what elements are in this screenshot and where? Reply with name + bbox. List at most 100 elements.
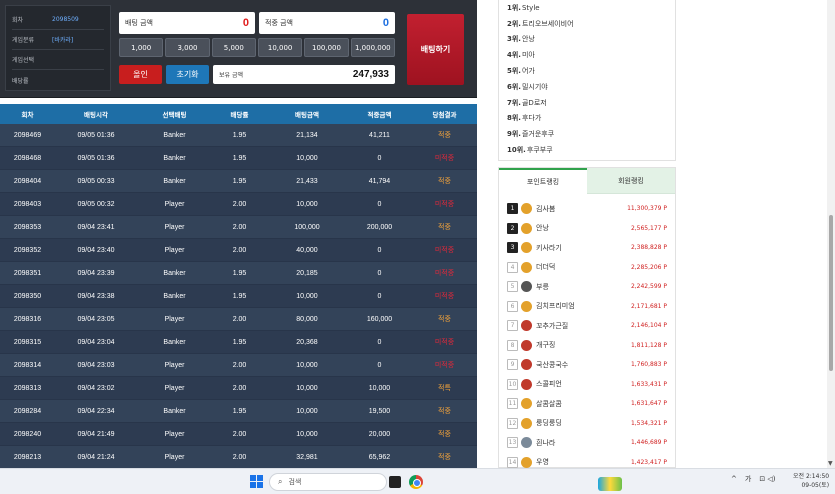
taskbar-search-placeholder: 검색 bbox=[288, 478, 302, 486]
table-cell: 0 bbox=[377, 246, 382, 254]
table-cell: 2.00 bbox=[232, 200, 247, 208]
ime-indicator[interactable]: 가 bbox=[745, 474, 751, 484]
ranking-list-item[interactable]: 9위. 즐거운후쿠 bbox=[507, 126, 667, 142]
windows-start-icon[interactable] bbox=[250, 475, 263, 488]
point-ranking-row[interactable]: 3 키사라기 2,388,828 P bbox=[507, 238, 667, 258]
avatar-icon bbox=[521, 203, 532, 215]
taskbar-clock[interactable]: 오전 2:14:50 09-05(토) bbox=[793, 472, 829, 490]
ranking-list-item[interactable]: 7위. 골D로저 bbox=[507, 95, 667, 111]
info-label: 게임선택 bbox=[12, 57, 35, 64]
chip-button[interactable]: 1,000,000 bbox=[350, 38, 395, 57]
page-scrollbar[interactable]: ▼ bbox=[827, 0, 835, 468]
point-ranking-row[interactable]: 4 더더덕 2,285,206 P bbox=[507, 258, 667, 278]
ranking-list-item[interactable]: 5위. 어가 bbox=[507, 63, 667, 79]
tab-point-ranking[interactable]: 포인트랭킹 bbox=[499, 168, 587, 194]
all-in-button[interactable]: 올인 bbox=[119, 65, 162, 84]
chrome-browser-icon[interactable] bbox=[409, 475, 423, 489]
history-header-row: 회차 배팅시각 선택배팅 배당률 배팅금액 적중금액 당첨결과 bbox=[0, 104, 477, 124]
network-volume-icon[interactable]: ⊡ ◁) bbox=[759, 475, 775, 483]
tray-chevron-icon[interactable]: ^ bbox=[731, 475, 737, 483]
point-ranking-row[interactable]: 10 스콜피언 1,633,431 P bbox=[507, 375, 667, 395]
avatar-icon bbox=[521, 261, 532, 273]
ranking-list-item[interactable]: 2위. 트리오브세이비어 bbox=[507, 16, 667, 32]
ranking-list-item[interactable]: 8위. 후다가 bbox=[507, 111, 667, 127]
table-cell: 1.95 bbox=[232, 338, 247, 346]
table-row[interactable]: 2098350 09/04 23:38 Banker 1.95 10,000 0 미적중 bbox=[0, 285, 477, 308]
ranking-list-item[interactable]: 6위. 밀시기야 bbox=[507, 79, 667, 95]
table-cell: 2098315 bbox=[13, 338, 42, 346]
rank-name: 안낭 bbox=[521, 35, 535, 44]
point-ranking-row[interactable]: 12 룽딩룽딩 1,534,321 P bbox=[507, 414, 667, 434]
point-ranking-row[interactable]: 9 국산콩국수 1,760,883 P bbox=[507, 355, 667, 375]
table-cell: 20,000 bbox=[368, 430, 391, 438]
point-ranking-row[interactable]: 1 김사봄 11,300,379 P bbox=[507, 199, 667, 219]
table-row[interactable]: 2098351 09/04 23:39 Banker 1.95 20,185 0 미적중 bbox=[0, 262, 477, 285]
taskbar-search-box[interactable]: ⌕ 검색 bbox=[269, 473, 622, 491]
place-bet-button[interactable]: 배팅하기 bbox=[407, 14, 464, 85]
info-label: 배당률 bbox=[12, 77, 29, 85]
table-cell: 적중 bbox=[438, 132, 451, 139]
table-row[interactable]: 2098352 09/04 23:40 Player 2.00 40,000 0 미적중 bbox=[0, 239, 477, 262]
point-ranking-row[interactable]: 11 살콤살콤 1,631,647 P bbox=[507, 394, 667, 414]
table-row[interactable]: 2098213 09/04 21:24 Player 2.00 32,981 65,962… bbox=[0, 446, 477, 468]
chip-button[interactable]: 100,000 bbox=[304, 38, 349, 57]
member-points: 2,388,828 P bbox=[630, 244, 667, 252]
ranking-list-item[interactable]: 10위. 후쿠부쿠 bbox=[507, 142, 667, 158]
table-row[interactable]: 2098404 09/05 00:33 Banker 1.95 21,433 41,794… bbox=[0, 170, 477, 193]
scroll-down-arrow-icon[interactable]: ▼ bbox=[828, 460, 833, 467]
round-info-box: 회차 2098509 게임분류 [바카라] 게임선택 배당률 bbox=[5, 5, 111, 91]
table-cell: 2098240 bbox=[13, 430, 42, 438]
member-points: 1,811,128 P bbox=[630, 341, 667, 349]
table-cell: 2098314 bbox=[13, 361, 42, 369]
table-cell: 2098213 bbox=[13, 453, 42, 461]
table-row[interactable]: 2098353 09/04 23:41 Player 2.00 100,000 200,0… bbox=[0, 216, 477, 239]
taskbar-app-icon[interactable] bbox=[389, 476, 401, 488]
avatar-icon bbox=[521, 359, 532, 371]
bet-history-table: 회차 배팅시각 선택배팅 배당률 배팅금액 적중금액 당첨결과 2098469 09/05 0… bbox=[0, 104, 477, 468]
table-cell: 2098351 bbox=[13, 269, 42, 277]
avatar-icon bbox=[521, 300, 532, 312]
column-header: 배팅금액 bbox=[295, 112, 319, 119]
point-ranking-row[interactable]: 2 안낭 2,565,177 P bbox=[507, 219, 667, 239]
chip-button[interactable]: 5,000 bbox=[211, 38, 256, 57]
member-points: 1,446,689 P bbox=[630, 439, 667, 447]
rank-name: Style bbox=[521, 3, 540, 12]
avatar-icon bbox=[521, 281, 532, 293]
system-tray: ^ 가 ⊡ ◁) bbox=[731, 474, 776, 484]
table-row[interactable]: 2098403 09/05 00:32 Player 2.00 10,000 0 미적중 bbox=[0, 193, 477, 216]
ranking-list-item[interactable]: 4위. 미아 bbox=[507, 47, 667, 63]
rank-name: 후쿠부쿠 bbox=[526, 146, 553, 155]
table-row[interactable]: 2098314 09/04 23:03 Player 2.00 10,000 0 미적중 bbox=[0, 354, 477, 377]
table-cell: 2098468 bbox=[13, 154, 42, 162]
table-row[interactable]: 2098313 09/04 23:02 Player 2.00 10,000 10,000… bbox=[0, 377, 477, 400]
point-ranking-row[interactable]: 8 개구징 1,811,128 P bbox=[507, 336, 667, 356]
point-ranking-row[interactable]: 6 김치프리미엄 2,171,681 P bbox=[507, 297, 667, 317]
table-row[interactable]: 2098284 09/04 22:34 Banker 1.95 10,000 19,500… bbox=[0, 400, 477, 423]
table-row[interactable]: 2098468 09/05 01:36 Banker 1.95 10,000 0 미적중 bbox=[0, 147, 477, 170]
table-row[interactable]: 2098469 09/05 01:36 Banker 1.95 21,134 41,211… bbox=[0, 124, 477, 147]
chip-button[interactable]: 1,000 bbox=[119, 38, 164, 57]
ranking-tabs: 포인트랭킹 회원랭킹 bbox=[499, 168, 675, 194]
table-row[interactable]: 2098316 09/04 23:05 Player 2.00 80,000 160,00… bbox=[0, 308, 477, 331]
table-cell: 160,000 bbox=[366, 315, 393, 323]
rank-number: 1위. bbox=[507, 3, 521, 12]
table-cell: 0 bbox=[377, 154, 382, 162]
scrollbar-thumb[interactable] bbox=[829, 215, 833, 371]
reset-button[interactable]: 초기화 bbox=[166, 65, 209, 84]
table-row[interactable]: 2098240 09/04 21:49 Player 2.00 10,000 20,000… bbox=[0, 423, 477, 446]
tab-member-ranking[interactable]: 회원랭킹 bbox=[587, 168, 675, 194]
member-name: 흰나라 bbox=[536, 438, 556, 447]
avatar-icon bbox=[521, 222, 532, 234]
ranking-list-item[interactable]: 3위. 안낭 bbox=[507, 32, 667, 48]
member-name: 안낭 bbox=[536, 224, 549, 233]
bet-amount-field[interactable]: 배팅 금액 0 bbox=[119, 12, 255, 34]
point-ranking-row[interactable]: 7 꼬추가근질 2,146,104 P bbox=[507, 316, 667, 336]
chip-button[interactable]: 3,000 bbox=[165, 38, 210, 57]
chip-button[interactable]: 10,000 bbox=[257, 38, 303, 57]
point-ranking-row[interactable]: 13 흰나라 1,446,689 P bbox=[507, 433, 667, 453]
table-row[interactable]: 2098315 09/04 23:04 Banker 1.95 20,368 0 미적중 bbox=[0, 331, 477, 354]
table-cell: 미적중 bbox=[434, 270, 455, 277]
ranking-list-item[interactable]: 1위. Style bbox=[507, 0, 667, 16]
point-ranking-row[interactable]: 5 부릉 2,242,599 P bbox=[507, 277, 667, 297]
table-cell: 10,000 bbox=[296, 361, 318, 369]
